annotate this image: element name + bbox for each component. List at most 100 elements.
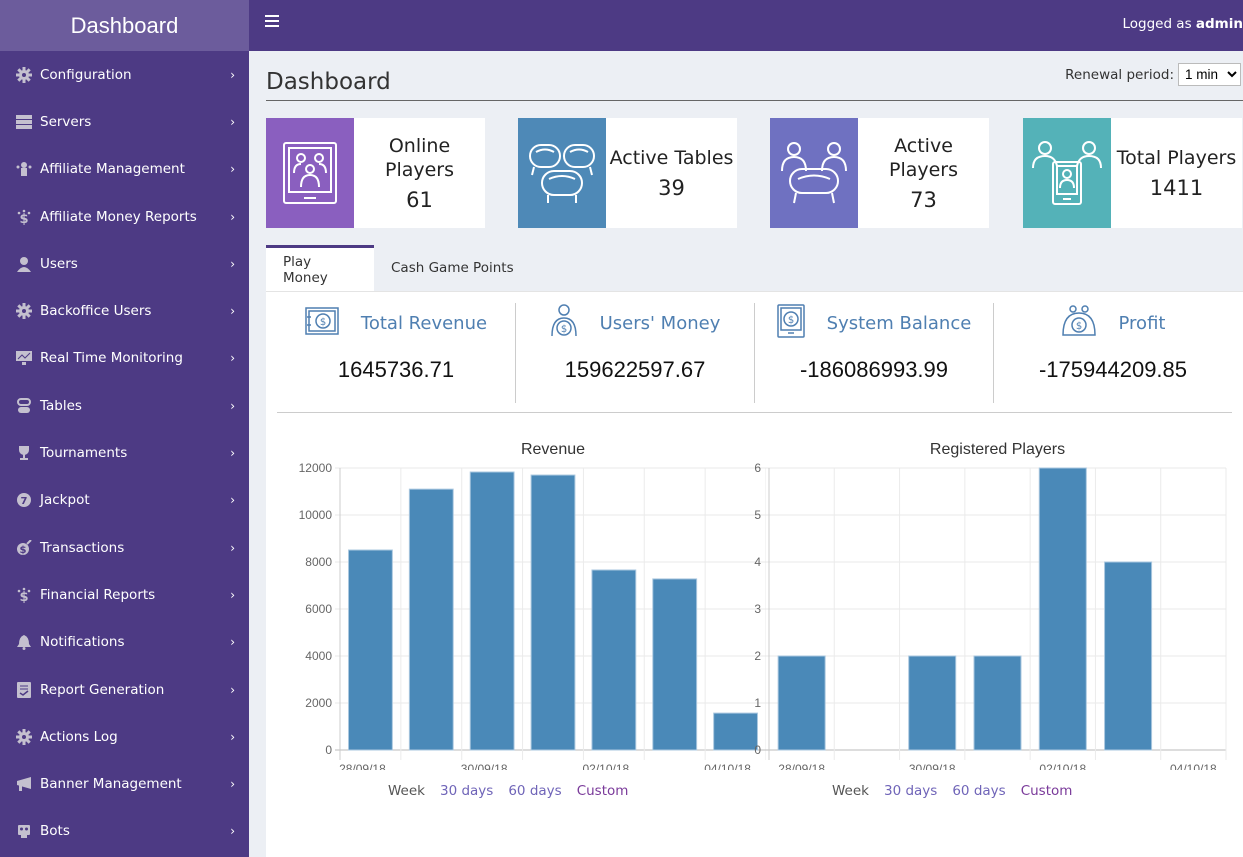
active-tables-icon — [518, 118, 606, 228]
sidebar-item-jackpot[interactable]: 7 Jackpot › — [0, 477, 249, 524]
y-tick-label: 0 — [754, 743, 761, 757]
chevron-right-icon: › — [230, 162, 235, 177]
chevron-right-icon: › — [230, 114, 235, 129]
stat-card-active-players: Active Players 73 — [770, 118, 989, 228]
money-value: -175944209.85 — [1038, 357, 1188, 382]
sidebar-item-servers[interactable]: Servers › — [0, 98, 249, 145]
sidebar-item-label: Real Time Monitoring — [40, 350, 183, 367]
title-divider — [266, 100, 1243, 101]
x-tick-label: 28/09/18 — [339, 762, 386, 770]
renewal-label: Renewal period: — [1065, 66, 1174, 83]
chevron-right-icon: › — [230, 351, 235, 366]
stat-card-online-players: Online Players 61 — [266, 118, 485, 228]
online-players-icon — [266, 118, 354, 228]
bar[interactable] — [408, 488, 454, 751]
chevron-right-icon: › — [230, 304, 235, 319]
report-icon — [15, 681, 32, 698]
total-revenue-icon: $ — [305, 306, 339, 340]
stat-label: Active Players — [888, 135, 959, 181]
server-icon — [15, 113, 32, 130]
bar[interactable] — [777, 655, 826, 751]
sidebar-item-banner-management[interactable]: Banner Management › — [0, 760, 249, 807]
sidebar-item-affiliate-management[interactable]: Affiliate Management › — [0, 146, 249, 193]
sidebar-item-label: Users — [40, 255, 78, 272]
sidebar-item-tournaments[interactable]: Tournaments › — [0, 429, 249, 476]
bar[interactable] — [348, 549, 393, 751]
range-30-days[interactable]: 30 days — [440, 783, 493, 799]
sidebar-item-financial-reports[interactable]: $ Financial Reports › — [0, 571, 249, 618]
bar[interactable] — [652, 578, 698, 751]
sidebar-item-tables[interactable]: Tables › — [0, 382, 249, 429]
bar[interactable] — [973, 655, 1022, 751]
gear-icon — [15, 66, 32, 83]
bar[interactable] — [1038, 467, 1087, 751]
main-content: Dashboard Renewal period: 1 min Online P… — [249, 51, 1243, 857]
users-money-icon: $ — [550, 303, 578, 343]
money-label: System Balance — [826, 312, 972, 334]
range-60-days[interactable]: 60 days — [952, 783, 1005, 799]
sidebar-item-label: Transactions — [40, 539, 125, 556]
renewal-select[interactable]: 1 min — [1178, 63, 1241, 86]
sidebar-item-notifications[interactable]: Notifications › — [0, 619, 249, 666]
sidebar-item-label: Jackpot — [40, 492, 90, 509]
menu-toggle-icon[interactable] — [265, 15, 279, 29]
svg-text:$: $ — [1075, 321, 1081, 332]
trophy-icon — [15, 445, 32, 462]
total-players-icon — [1023, 118, 1111, 228]
money-total-revenue: $ Total Revenue 1645736.71 — [277, 303, 516, 403]
stat-card-active-tables: Active Tables 39 — [518, 118, 737, 228]
x-tick-label: 02/10/18 — [582, 762, 629, 770]
sidebar-item-transactions[interactable]: $ Transactions › — [0, 524, 249, 571]
money-summary: $ Total Revenue 1645736.71 $ Users' Money 159… — [277, 303, 1232, 403]
sidebar-item-bots[interactable]: Bots › — [0, 808, 249, 855]
sidebar-item-report-generation[interactable]: Report Generation › — [0, 666, 249, 713]
y-tick-label: 6000 — [305, 602, 332, 616]
sidebar: Dashboard Configuration › Servers › Affiliat… — [0, 0, 249, 857]
tab-play-money[interactable]: Play Money — [266, 245, 374, 291]
sidebar-item-label: Affiliate Management — [40, 161, 185, 178]
sidebar-item-affiliate-money-reports[interactable]: $ Affiliate Money Reports › — [0, 193, 249, 240]
range-week[interactable]: Week — [388, 783, 425, 799]
username: admin — [1195, 16, 1243, 32]
bar[interactable] — [469, 471, 515, 751]
bar[interactable] — [591, 569, 637, 751]
sidebar-item-backoffice-users[interactable]: Backoffice Users › — [0, 287, 249, 334]
chevron-right-icon: › — [230, 682, 235, 697]
revenue-chart-svg: Revenue 0 2000 4000 6000 8000 10000 12000 28/09/… — [299, 441, 767, 776]
range-week[interactable]: Week — [832, 783, 869, 799]
range-60-days[interactable]: 60 days — [508, 783, 561, 799]
revenue-range-links: Week 30 days 60 days Custom — [388, 783, 628, 799]
sidebar-item-actions-log[interactable]: Actions Log › — [0, 713, 249, 760]
sidebar-item-label: Tables — [40, 397, 82, 414]
brand-title[interactable]: Dashboard — [0, 0, 249, 51]
bar[interactable] — [1104, 561, 1153, 751]
y-tick-label: 3 — [754, 602, 761, 616]
sidebar-item-users[interactable]: Users › — [0, 240, 249, 287]
jackpot-icon: 7 — [15, 492, 32, 509]
money-value: -186086993.99 — [799, 357, 949, 382]
range-30-days[interactable]: 30 days — [884, 783, 937, 799]
gear-icon — [15, 728, 32, 745]
money-label: Profit — [1118, 312, 1166, 334]
x-tick-label: 28/09/18 — [778, 762, 825, 770]
sidebar-item-configuration[interactable]: Configuration › — [0, 51, 249, 98]
y-tick-label: 2000 — [305, 696, 332, 710]
renewal-period: Renewal period: 1 min — [1065, 63, 1241, 86]
range-custom[interactable]: Custom — [1021, 783, 1073, 799]
range-custom[interactable]: Custom — [577, 783, 629, 799]
y-tick-label: 4 — [754, 555, 761, 569]
money-report-icon: $ — [15, 586, 32, 603]
sidebar-item-real-time-monitoring[interactable]: Real Time Monitoring › — [0, 335, 249, 382]
money-report-icon: $ — [15, 208, 32, 225]
y-tick-label: 1 — [754, 696, 761, 710]
chevron-right-icon: › — [230, 493, 235, 508]
tab-cash-game-points[interactable]: Cash Game Points — [374, 245, 531, 291]
sidebar-item-label: Affiliate Money Reports — [40, 208, 197, 225]
money-label: Total Revenue — [360, 312, 488, 334]
money-value: 1645736.71 — [337, 357, 455, 382]
tables-icon — [15, 397, 32, 414]
bar[interactable] — [908, 655, 957, 751]
bar[interactable] — [530, 474, 576, 751]
y-tick-label: 6 — [754, 461, 761, 475]
svg-text:$: $ — [19, 590, 28, 603]
